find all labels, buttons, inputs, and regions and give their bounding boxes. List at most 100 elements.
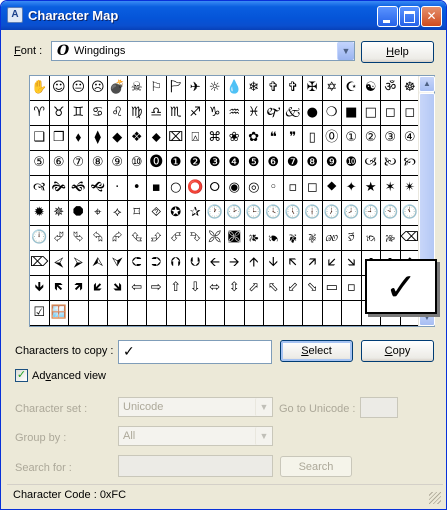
character-cell[interactable]: ❿: [342, 151, 362, 176]
character-cell[interactable]: ♊: [69, 101, 89, 126]
character-cell[interactable]: ❞: [283, 126, 303, 151]
character-cell[interactable]: 🪟: [49, 301, 69, 326]
character-cell[interactable]: ⌑: [127, 201, 147, 226]
characters-to-copy-input[interactable]: [118, 340, 272, 364]
character-cell[interactable]: ⌦: [30, 251, 50, 276]
character-cell[interactable]: ✹: [30, 201, 50, 226]
character-cell[interactable]: ⓿: [147, 151, 167, 176]
character-cell[interactable]: ⧫: [88, 126, 108, 151]
character-cell[interactable]: ⮊: [147, 251, 167, 276]
character-cell[interactable]: ♉: [49, 101, 69, 126]
character-cell[interactable]: ☼: [205, 76, 225, 101]
character-cell[interactable]: ☯: [361, 76, 381, 101]
character-cell[interactable]: ◉: [225, 176, 245, 201]
character-cell[interactable]: ⇨: [147, 276, 167, 301]
character-cell[interactable]: ☠: [127, 76, 147, 101]
character-cell[interactable]: [186, 301, 206, 326]
character-cell[interactable]: 🙑: [342, 226, 362, 251]
character-cell[interactable]: ⬄: [205, 276, 225, 301]
character-grid[interactable]: ✋ ☺ 😐 ☹ 💣 ☠ ⚐ 🏱 ✈ ☼ 💧 ❄ ✞ ✞ ✠ ✡ ☪ ☯ ॐ ☸ ♈ ♉ ♊ ♋ ♌ ♍ ♎ ♏ ♐ ♑ ♒ ♓ 🙰 🙵 ● ❍ ■ □ ◻ ◻…: [30, 76, 420, 326]
character-cell[interactable]: ♑: [205, 101, 225, 126]
go-to-unicode-input[interactable]: [360, 397, 398, 418]
character-cell[interactable]: ⯁: [322, 176, 342, 201]
character-cell[interactable]: 🡿: [88, 276, 108, 301]
character-cell[interactable]: 😐: [69, 76, 89, 101]
character-cell[interactable]: ⬧: [69, 126, 89, 151]
character-cell[interactable]: 🡾: [108, 276, 128, 301]
character-cell[interactable]: ▪: [147, 176, 167, 201]
character-cell[interactable]: ⑧: [88, 151, 108, 176]
character-cell[interactable]: ⬃: [283, 276, 303, 301]
character-cell[interactable]: ❼: [283, 151, 303, 176]
character-cell[interactable]: ⮱: [69, 226, 89, 251]
character-cell[interactable]: ⮳: [108, 226, 128, 251]
character-cell[interactable]: ♍: [127, 101, 147, 126]
font-dropdown[interactable]: O Wingdings ▼: [51, 41, 355, 61]
character-cell[interactable]: ⬂: [303, 276, 323, 301]
character-cell[interactable]: ▫: [342, 276, 362, 301]
character-cell[interactable]: ⌧: [166, 126, 186, 151]
character-cell[interactable]: 🕗: [342, 201, 362, 226]
character-cell[interactable]: ✶: [381, 176, 401, 201]
character-cell[interactable]: ⑤: [30, 151, 50, 176]
character-cell[interactable]: [205, 301, 225, 326]
minimize-button[interactable]: [377, 6, 398, 27]
character-cell[interactable]: ⇳: [225, 276, 245, 301]
character-cell[interactable]: 🡨: [205, 251, 225, 276]
character-cell[interactable]: ⭕: [186, 176, 206, 201]
character-cell[interactable]: ❍: [322, 101, 342, 126]
character-cell[interactable]: ⬁: [264, 276, 284, 301]
character-cell[interactable]: ·: [108, 176, 128, 201]
character-cell[interactable]: 🙰: [264, 101, 284, 126]
maximize-button[interactable]: [399, 6, 420, 27]
character-cell[interactable]: 🕖: [322, 201, 342, 226]
character-cell[interactable]: [88, 301, 108, 326]
character-cell[interactable]: ✰: [186, 201, 206, 226]
character-cell[interactable]: ⇧: [166, 276, 186, 301]
character-cell[interactable]: ☑: [30, 301, 50, 326]
character-cell[interactable]: ❻: [264, 151, 284, 176]
character-cell[interactable]: ☹: [88, 76, 108, 101]
character-cell[interactable]: 🙝: [88, 176, 108, 201]
character-cell[interactable]: 🡪: [225, 251, 245, 276]
character-cell[interactable]: ⇦: [127, 276, 147, 301]
character-cell[interactable]: 🕔: [283, 201, 303, 226]
character-cell[interactable]: ⮙: [88, 251, 108, 276]
character-cell[interactable]: 🡯: [322, 251, 342, 276]
character-cell[interactable]: 🙢: [361, 151, 381, 176]
chevron-down-icon[interactable]: ▼: [255, 427, 272, 445]
character-cell[interactable]: 🙗: [283, 226, 303, 251]
character-cell[interactable]: ⇩: [186, 276, 206, 301]
chevron-down-icon[interactable]: ▼: [337, 42, 354, 60]
character-cell[interactable]: ⑥: [49, 151, 69, 176]
character-cell[interactable]: 🕒: [244, 201, 264, 226]
scroll-up-icon[interactable]: ▲: [419, 76, 435, 92]
character-cell[interactable]: ❶: [166, 151, 186, 176]
character-cell[interactable]: ○: [166, 176, 186, 201]
character-cell[interactable]: ⮉: [166, 251, 186, 276]
character-cell[interactable]: 🙞: [49, 176, 69, 201]
character-cell[interactable]: ❷: [186, 151, 206, 176]
advanced-view-checkbox[interactable]: ✓: [15, 369, 28, 382]
character-cell[interactable]: ♓: [244, 101, 264, 126]
character-cell[interactable]: [108, 301, 128, 326]
character-cell[interactable]: 💧: [225, 76, 245, 101]
character-cell[interactable]: ▯: [303, 126, 323, 151]
character-cell[interactable]: ✈: [186, 76, 206, 101]
character-cell[interactable]: 🕛: [30, 226, 50, 251]
character-cell[interactable]: ♎: [147, 101, 167, 126]
character-cell[interactable]: [127, 301, 147, 326]
character-cell[interactable]: ♈: [30, 101, 50, 126]
character-cell[interactable]: [166, 301, 186, 326]
character-cell[interactable]: ⮷: [186, 226, 206, 251]
character-cell[interactable]: ♐: [186, 101, 206, 126]
character-cell[interactable]: □: [361, 101, 381, 126]
character-cell[interactable]: ♒: [225, 101, 245, 126]
character-cell[interactable]: ■: [342, 101, 362, 126]
character-cell[interactable]: •: [127, 176, 147, 201]
character-cell[interactable]: ❸: [205, 151, 225, 176]
character-cell[interactable]: [147, 301, 167, 326]
character-cell[interactable]: ❽: [303, 151, 323, 176]
character-cell[interactable]: ⌘: [205, 126, 225, 151]
character-cell[interactable]: 🕕: [303, 201, 323, 226]
